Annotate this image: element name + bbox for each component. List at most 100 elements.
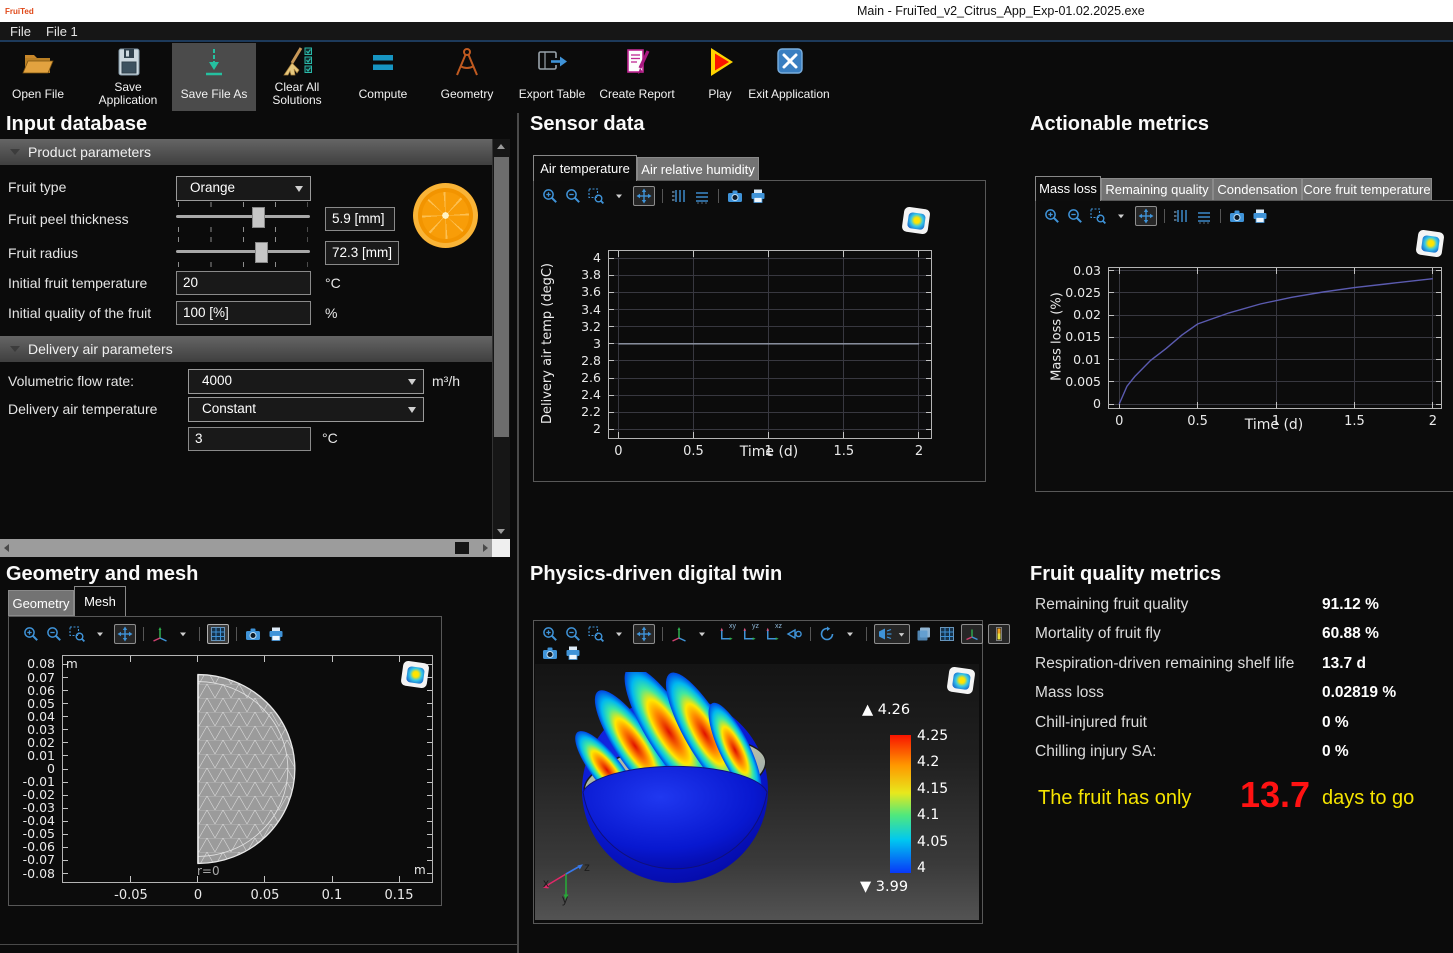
fruit-peel-thickness-field[interactable]: 5.9 [mm] bbox=[325, 207, 395, 231]
zoom-box-icon[interactable] bbox=[1089, 208, 1107, 224]
show-axes-icon[interactable] bbox=[961, 624, 983, 644]
delivery-air-temperature-select[interactable]: Constant bbox=[188, 397, 424, 422]
zoom-box-dropdown-icon[interactable] bbox=[610, 626, 628, 642]
scene-light-dropdown-icon[interactable] bbox=[896, 629, 907, 640]
zoom-out-icon[interactable] bbox=[564, 626, 582, 642]
delivery-air-parameters-header[interactable]: Delivery air parameters bbox=[0, 336, 492, 362]
horizontal-scroll-thumb[interactable] bbox=[455, 542, 469, 554]
zoom-out-icon[interactable] bbox=[564, 188, 582, 204]
scene-light-group[interactable] bbox=[874, 624, 910, 644]
zoom-in-icon[interactable] bbox=[541, 188, 559, 204]
camera-icon[interactable] bbox=[244, 626, 262, 642]
horizontal-scrollbar[interactable] bbox=[0, 539, 492, 557]
view-dropdown-icon[interactable] bbox=[693, 626, 711, 642]
print-icon[interactable] bbox=[564, 645, 582, 661]
camera-icon[interactable] bbox=[726, 188, 744, 204]
comsol-logo-button[interactable] bbox=[901, 206, 930, 234]
view-orientation-icon[interactable] bbox=[151, 626, 169, 642]
initial-quality-field[interactable]: 100 [%] bbox=[176, 301, 311, 325]
tab-condensation[interactable]: Condensation bbox=[1213, 178, 1302, 201]
zoom-box-dropdown-icon[interactable] bbox=[610, 188, 628, 204]
transparency-icon[interactable] bbox=[915, 626, 933, 642]
save-file-as-button[interactable]: Save File As bbox=[172, 43, 256, 111]
initial-fruit-temperature-field[interactable]: 20 bbox=[176, 271, 311, 295]
mesh-plot[interactable]: 0.080.070.060.050.040.030.020.010-0.01-0… bbox=[62, 655, 433, 883]
create-report-button[interactable]: Create Report bbox=[595, 43, 679, 111]
fruit-peel-thickness-slider[interactable] bbox=[176, 202, 310, 232]
tab-mass-loss[interactable]: Mass loss bbox=[1035, 176, 1101, 201]
view-orientation-icon[interactable] bbox=[670, 626, 688, 642]
save-application-button[interactable]: Save Application bbox=[86, 43, 170, 111]
slider-thumb[interactable] bbox=[252, 207, 265, 228]
print-icon[interactable] bbox=[267, 626, 285, 642]
product-parameters-header[interactable]: Product parameters bbox=[0, 139, 492, 165]
zoom-box-dropdown-icon[interactable] bbox=[91, 626, 109, 642]
initial-fruit-temperature-unit: °C bbox=[325, 275, 341, 291]
tab-geometry[interactable]: Geometry bbox=[8, 590, 74, 616]
mass-loss-chart[interactable]: 00.0050.010.0150.020.0250.0300.511.52 bbox=[1108, 267, 1442, 409]
print-icon[interactable] bbox=[1251, 208, 1269, 224]
rotate-dropdown-icon[interactable] bbox=[841, 626, 859, 642]
scroll-down-icon[interactable] bbox=[497, 529, 505, 534]
menu-file-1[interactable]: File 1 bbox=[42, 23, 82, 40]
vertical-scrollbar[interactable] bbox=[492, 139, 510, 539]
sensor-chart[interactable]: 22.22.42.62.833.23.43.63.8400.511.52 bbox=[608, 250, 932, 439]
comsol-logo-button[interactable] bbox=[1415, 229, 1444, 257]
fruit-type-select[interactable]: Orange bbox=[176, 176, 311, 201]
menu-file[interactable]: File bbox=[6, 23, 35, 40]
zoom-extents-icon[interactable] bbox=[1135, 206, 1157, 226]
view-xy-icon[interactable]: xy bbox=[716, 626, 734, 642]
camera-icon[interactable] bbox=[541, 645, 559, 661]
zoom-in-icon[interactable] bbox=[541, 626, 559, 642]
zoom-extents-icon[interactable] bbox=[114, 624, 136, 644]
tab-remaining-quality[interactable]: Remaining quality bbox=[1101, 178, 1213, 201]
rotate-icon[interactable] bbox=[818, 626, 836, 642]
x-axis-data-icon[interactable] bbox=[1195, 208, 1213, 224]
clear-all-solutions-button[interactable]: Clear All Solutions bbox=[255, 43, 339, 111]
scene-light-icon[interactable] bbox=[877, 626, 893, 642]
show-legend-icon[interactable] bbox=[988, 624, 1010, 644]
y-axis-data-icon[interactable] bbox=[1172, 208, 1190, 224]
vertical-scroll-thumb[interactable] bbox=[494, 157, 509, 437]
camera-icon[interactable] bbox=[1228, 208, 1246, 224]
scroll-left-icon[interactable] bbox=[4, 544, 9, 552]
zoom-box-icon[interactable] bbox=[587, 626, 605, 642]
zoom-in-icon[interactable] bbox=[1043, 208, 1061, 224]
y-axis-data-icon[interactable] bbox=[670, 188, 688, 204]
constant-temperature-field[interactable]: 3 bbox=[188, 427, 311, 451]
zoom-out-icon[interactable] bbox=[1066, 208, 1084, 224]
show-grid-icon[interactable] bbox=[938, 626, 956, 642]
zoom-extents-icon[interactable] bbox=[633, 186, 655, 206]
tab-core-fruit-temperature[interactable]: Core fruit temperature bbox=[1302, 178, 1432, 201]
zoom-out-icon[interactable] bbox=[45, 626, 63, 642]
export-table-button[interactable]: Export Table bbox=[510, 43, 594, 111]
volumetric-flow-rate-select[interactable]: 4000 bbox=[188, 369, 424, 394]
tab-air-temperature[interactable]: Air temperature bbox=[533, 155, 637, 181]
tab-air-relative-humidity[interactable]: Air relative humidity bbox=[637, 157, 759, 181]
geometry-button[interactable]: Geometry bbox=[425, 43, 509, 111]
comsol-logo-button[interactable] bbox=[400, 660, 429, 688]
zoom-box-icon[interactable] bbox=[587, 188, 605, 204]
view-xz-icon[interactable]: xz bbox=[762, 626, 780, 642]
view-yz-icon[interactable]: yz bbox=[739, 626, 757, 642]
exit-application-button[interactable]: Exit Application bbox=[747, 43, 831, 111]
print-icon[interactable] bbox=[749, 188, 767, 204]
slider-thumb[interactable] bbox=[255, 242, 268, 263]
zoom-in-icon[interactable] bbox=[22, 626, 40, 642]
zoom-extents-icon[interactable] bbox=[633, 624, 655, 644]
compute-button[interactable]: Compute bbox=[341, 43, 425, 111]
view-dropdown-icon[interactable] bbox=[174, 626, 192, 642]
fruit-radius-field[interactable]: 72.3 [mm] bbox=[325, 241, 399, 265]
comsol-logo-button[interactable] bbox=[946, 666, 975, 694]
x-axis-data-icon[interactable] bbox=[693, 188, 711, 204]
perspective-icon[interactable] bbox=[785, 626, 803, 642]
show-grid-icon[interactable] bbox=[207, 624, 229, 644]
scroll-up-icon[interactable] bbox=[497, 144, 505, 149]
scroll-right-icon[interactable] bbox=[483, 544, 488, 552]
chart-series bbox=[1109, 268, 1441, 408]
tab-mesh[interactable]: Mesh bbox=[74, 586, 126, 616]
zoom-box-icon[interactable] bbox=[68, 626, 86, 642]
open-file-button[interactable]: Open File bbox=[0, 43, 80, 111]
zoom-box-dropdown-icon[interactable] bbox=[1112, 208, 1130, 224]
fruit-radius-slider[interactable] bbox=[176, 237, 310, 267]
